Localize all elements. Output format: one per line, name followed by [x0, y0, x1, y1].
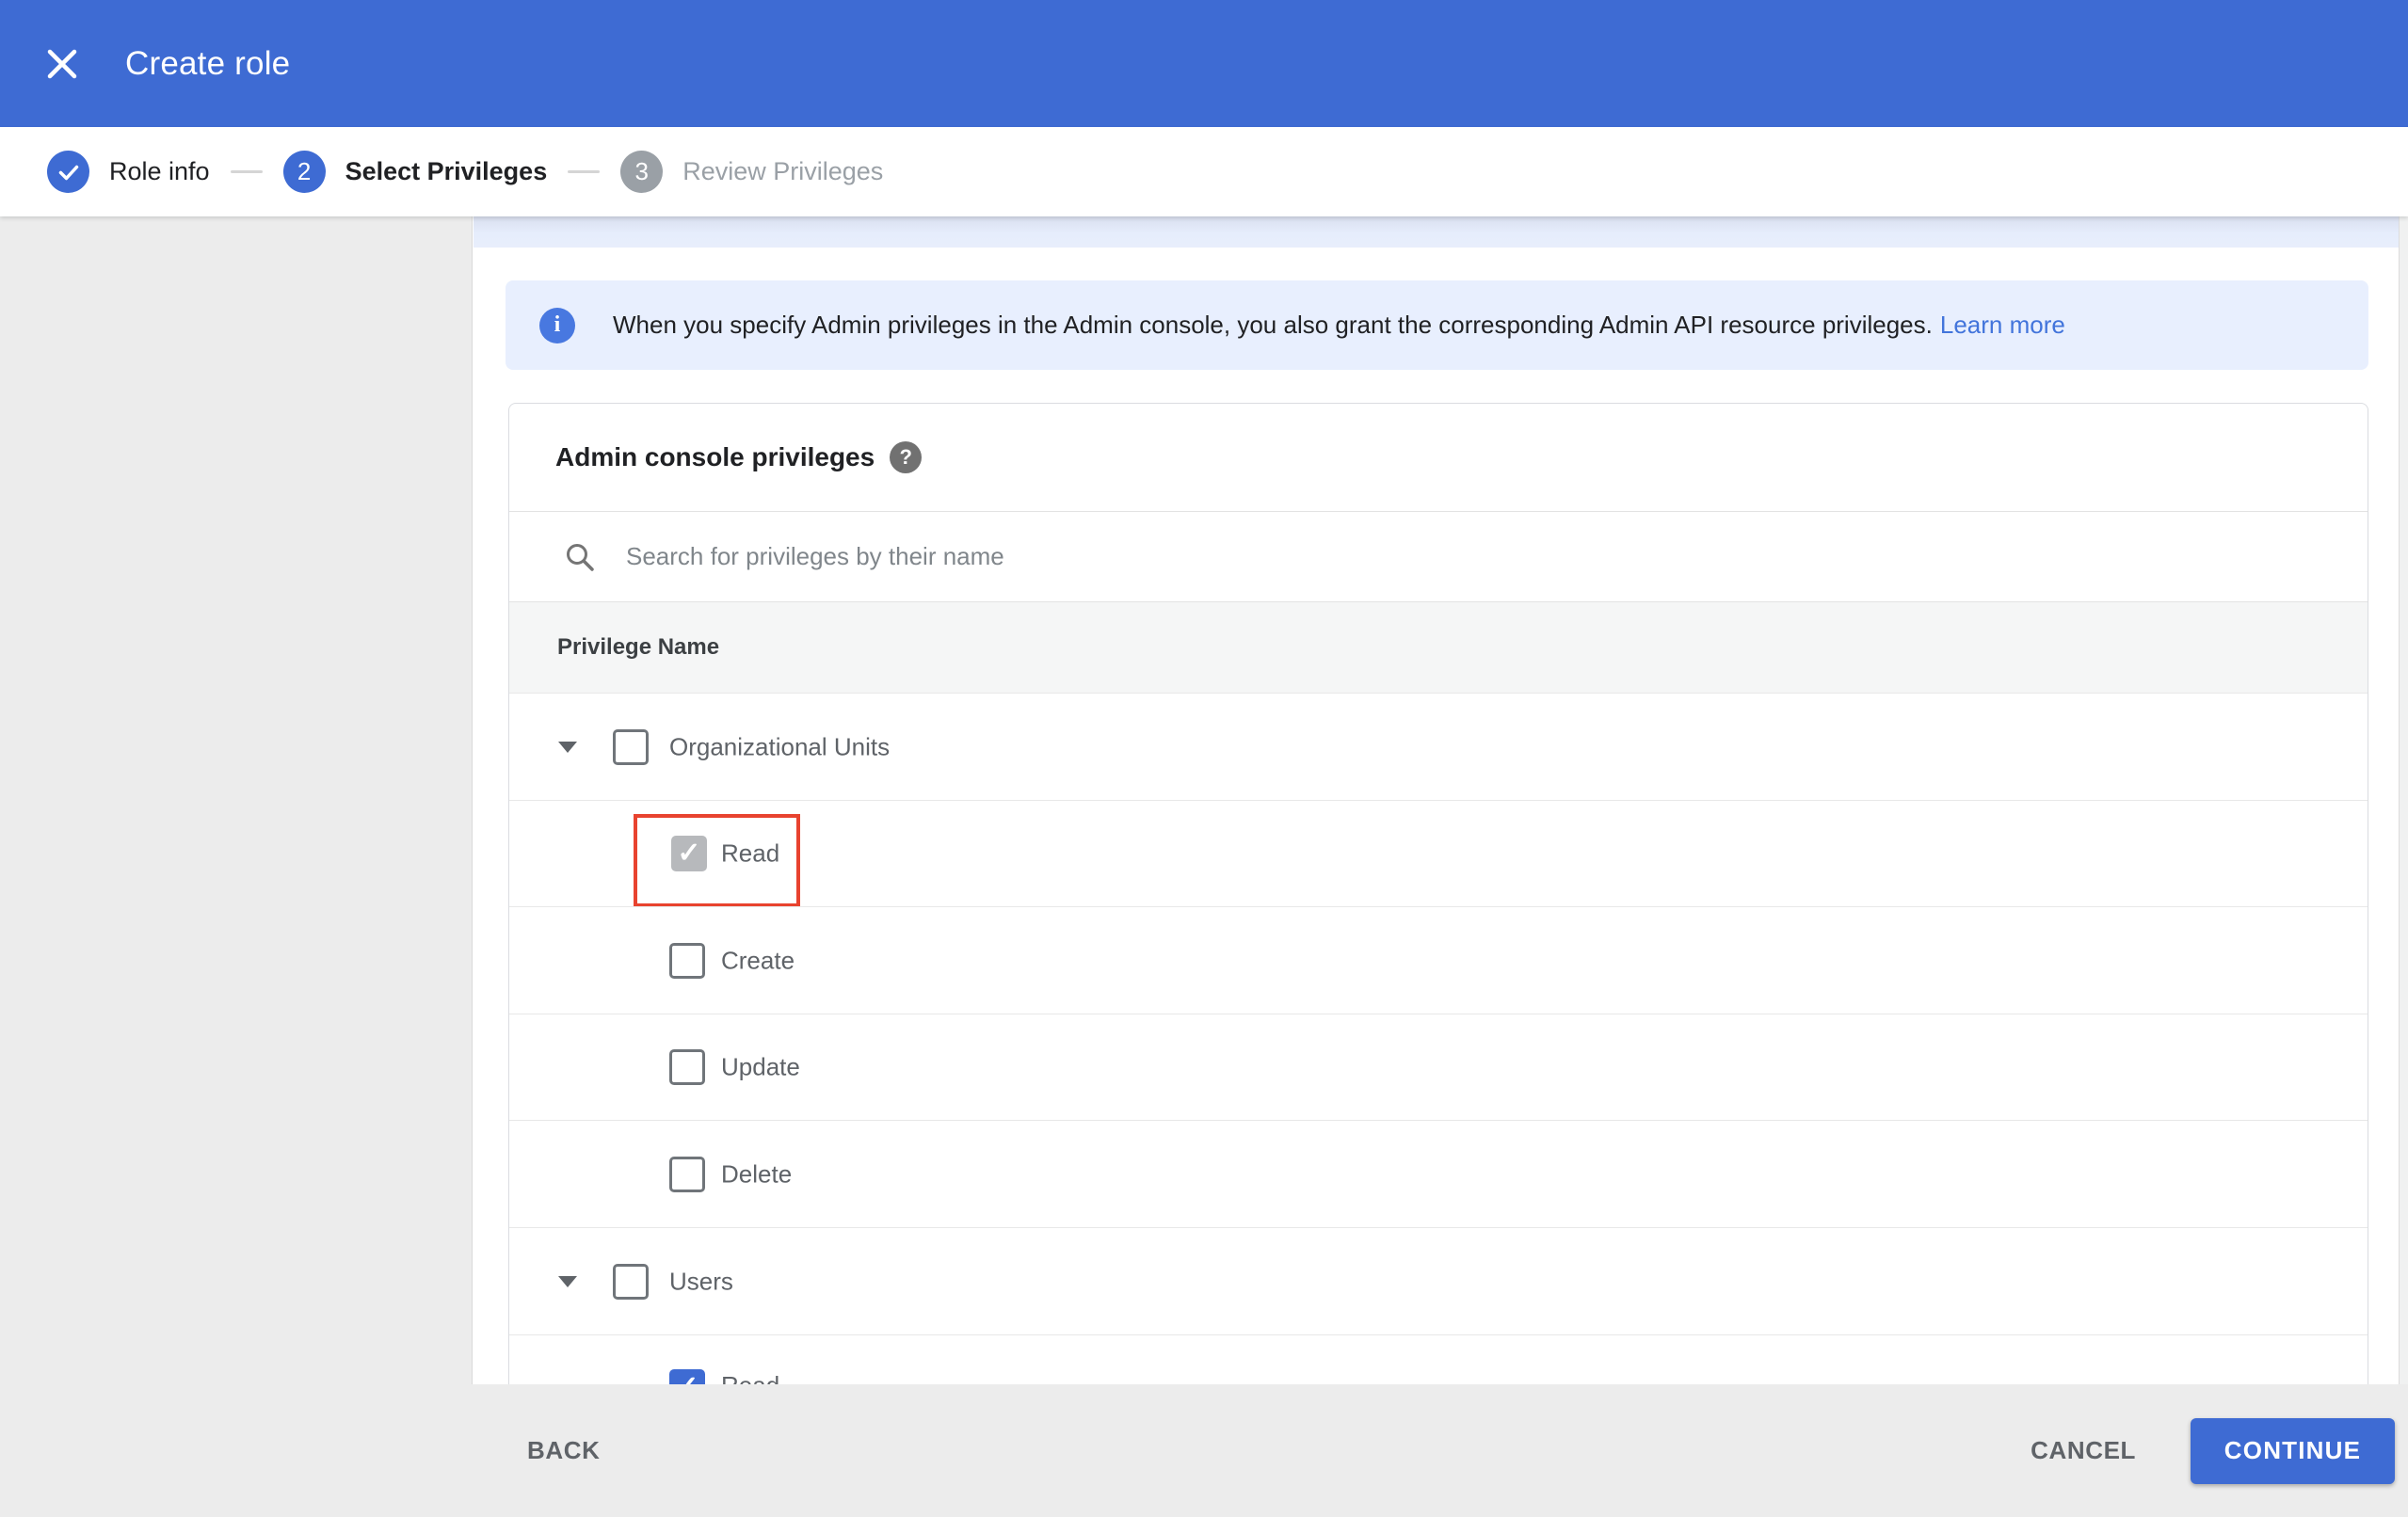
privilege-row-users-read: ✓ Read: [509, 1334, 2368, 1384]
privilege-row-create: Create: [509, 906, 2368, 1014]
info-banner-message: When you specify Admin privileges in the…: [613, 311, 1933, 339]
privilege-label: Delete: [721, 1159, 793, 1188]
check-icon: [58, 165, 78, 180]
check-icon: ✓: [675, 1373, 698, 1385]
left-sidebar: [0, 216, 473, 1384]
collapse-arrow-icon[interactable]: [558, 1275, 577, 1287]
step-number-circle: 2: [282, 151, 326, 193]
info-icon: i: [539, 307, 575, 343]
close-icon: [47, 49, 77, 78]
privilege-label: Create: [721, 946, 795, 974]
stepper: Role info 2 Select Privileges 3 Review P…: [0, 127, 2408, 216]
scrollbar[interactable]: [2399, 216, 2408, 1384]
privilege-label: Read: [721, 838, 780, 868]
learn-more-link[interactable]: Learn more: [1940, 311, 2065, 339]
privilege-label: Organizational Units: [669, 732, 891, 760]
search-row: [509, 511, 2368, 601]
step-label: Review Privileges: [682, 157, 884, 185]
step-complete-circle: [47, 151, 89, 193]
search-icon: [567, 543, 594, 571]
close-button[interactable]: [43, 45, 81, 83]
check-icon: ✓: [677, 838, 701, 869]
checkbox-read[interactable]: ✓: [671, 836, 707, 871]
checkbox-organizational-units[interactable]: [613, 728, 649, 765]
privilege-row-delete: Delete: [509, 1120, 2368, 1227]
table-header-label: Privilege Name: [557, 634, 720, 660]
privileges-card: Admin console privileges ? Privilege Nam…: [508, 403, 2368, 1384]
step-role-info[interactable]: Role info: [47, 151, 210, 193]
info-banner-text: When you specify Admin privileges in the…: [613, 311, 2065, 340]
search-input[interactable]: [626, 542, 2038, 571]
checkbox-delete[interactable]: [669, 1156, 705, 1192]
step-label: Role info: [109, 157, 210, 185]
privilege-row-read: ✓ Read: [509, 800, 2368, 907]
privilege-label: Users: [669, 1267, 733, 1295]
privilege-row-update: Update: [509, 1014, 2368, 1120]
step-review-privileges[interactable]: 3 Review Privileges: [620, 151, 883, 193]
dialog-title: Create role: [125, 44, 291, 82]
cancel-button[interactable]: CANCEL: [2031, 1436, 2136, 1465]
info-banner: i When you specify Admin privileges in t…: [506, 280, 2368, 370]
privilege-label: Read: [721, 1371, 779, 1384]
back-button[interactable]: BACK: [527, 1436, 601, 1465]
help-icon[interactable]: ?: [890, 441, 923, 473]
table-header: Privilege Name: [509, 601, 2368, 693]
dialog-header: Create role: [0, 0, 2408, 127]
card-title-row: Admin console privileges ?: [509, 404, 2368, 511]
step-number-circle: 3: [620, 151, 664, 193]
content-top-strip: [474, 216, 2399, 248]
create-role-dialog: Create role Role info 2 Select Privilege…: [0, 0, 2408, 1517]
checkbox-update[interactable]: [669, 1049, 705, 1085]
privilege-row-organizational-units: Organizational Units: [509, 693, 2368, 800]
bottom-action-bar: BACK CANCEL CONTINUE: [0, 1384, 2408, 1517]
content-panel: i When you specify Admin privileges in t…: [474, 216, 2399, 1384]
step-connector: [568, 170, 601, 173]
privilege-row-users: Users: [509, 1227, 2368, 1334]
checkbox-users-read[interactable]: ✓: [669, 1369, 705, 1384]
checkbox-create[interactable]: [669, 942, 705, 979]
continue-button[interactable]: CONTINUE: [2191, 1417, 2395, 1484]
step-connector: [230, 170, 263, 173]
step-label: Select Privileges: [345, 157, 548, 185]
card-title: Admin console privileges: [555, 442, 875, 471]
collapse-arrow-icon[interactable]: [558, 741, 577, 753]
step-select-privileges[interactable]: 2 Select Privileges: [282, 151, 548, 193]
privilege-label: Update: [721, 1052, 800, 1081]
checkbox-users[interactable]: [613, 1263, 649, 1300]
